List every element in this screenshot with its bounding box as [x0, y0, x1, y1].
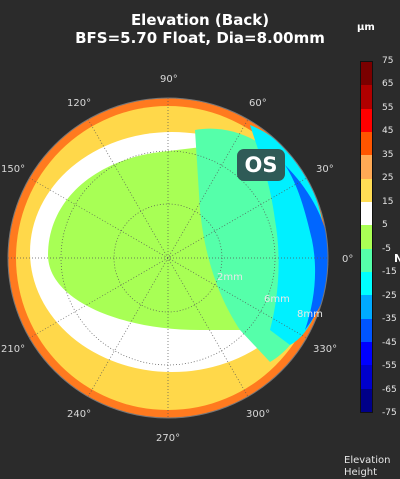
- scale-tick-label: 5: [382, 220, 388, 231]
- angle-label-270: 270°: [156, 433, 180, 444]
- scale-tick-label: 35: [382, 149, 394, 160]
- scale-band: [361, 318, 372, 343]
- color-scale: [360, 61, 373, 413]
- scale-band: [361, 85, 372, 110]
- angle-label-330: 330°: [313, 344, 337, 355]
- scale-band: [361, 248, 372, 273]
- scale-tick-label: 65: [382, 79, 394, 90]
- ring-label-8mm: 8mm: [297, 309, 323, 320]
- scale-tick-label: -55: [382, 361, 397, 372]
- scale-tick-label: -35: [382, 314, 397, 325]
- scale-band: [361, 108, 372, 133]
- scale-tick-label: 75: [382, 56, 394, 66]
- angle-label-120: 120°: [67, 98, 91, 109]
- scale-band: [361, 272, 372, 296]
- scale-tick-label: 15: [382, 196, 394, 207]
- scale-tick-label: 55: [382, 102, 394, 113]
- angle-label-150: 150°: [1, 164, 25, 175]
- eye-badge: OS: [237, 149, 285, 181]
- footer-line: Elevation: [344, 455, 391, 466]
- elevation-contours: [8, 98, 328, 418]
- scale-tick-label: -5: [382, 243, 391, 254]
- angle-label-30: 30°: [316, 164, 334, 175]
- angle-label-300: 300°: [246, 409, 270, 420]
- scale-band: [361, 388, 372, 413]
- scale-band: [361, 62, 372, 86]
- scale-band: [361, 365, 372, 390]
- angle-label-240: 240°: [67, 409, 91, 420]
- angle-label-90: 90°: [160, 74, 178, 85]
- angle-label-210: 210°: [1, 344, 25, 355]
- scale-band: [361, 295, 372, 320]
- scale-band: [361, 342, 372, 366]
- footer-line: Height: [344, 467, 378, 478]
- scale-tick-label: 45: [382, 126, 394, 137]
- scale-band: [361, 202, 372, 226]
- scale-band: [361, 132, 372, 156]
- unit-label: µm: [357, 22, 375, 33]
- scale-tick-label: -15: [382, 267, 397, 278]
- scale-tick-label: -65: [382, 384, 397, 395]
- scale-tick-label: -25: [382, 290, 397, 301]
- scale-tick-label: -75: [382, 408, 397, 418]
- scale-tick-label: -45: [382, 337, 397, 348]
- ring-label-6mm: 6mm: [264, 294, 290, 305]
- angle-label-0: 0°: [342, 254, 353, 265]
- elevation-map: 0° 30° 60° 90° 120° 150° 210° 240° 270° …: [1, 74, 353, 444]
- angle-label-60: 60°: [249, 98, 267, 109]
- ring-label-2mm: 2mm: [217, 272, 243, 283]
- scale-tick-label: 25: [382, 173, 394, 184]
- footer-label: Elevation Height: [344, 455, 390, 479]
- scale-band: [361, 155, 372, 180]
- scale-band: [361, 225, 372, 250]
- scale-band: [361, 178, 372, 203]
- nasal-mark: N: [394, 252, 400, 265]
